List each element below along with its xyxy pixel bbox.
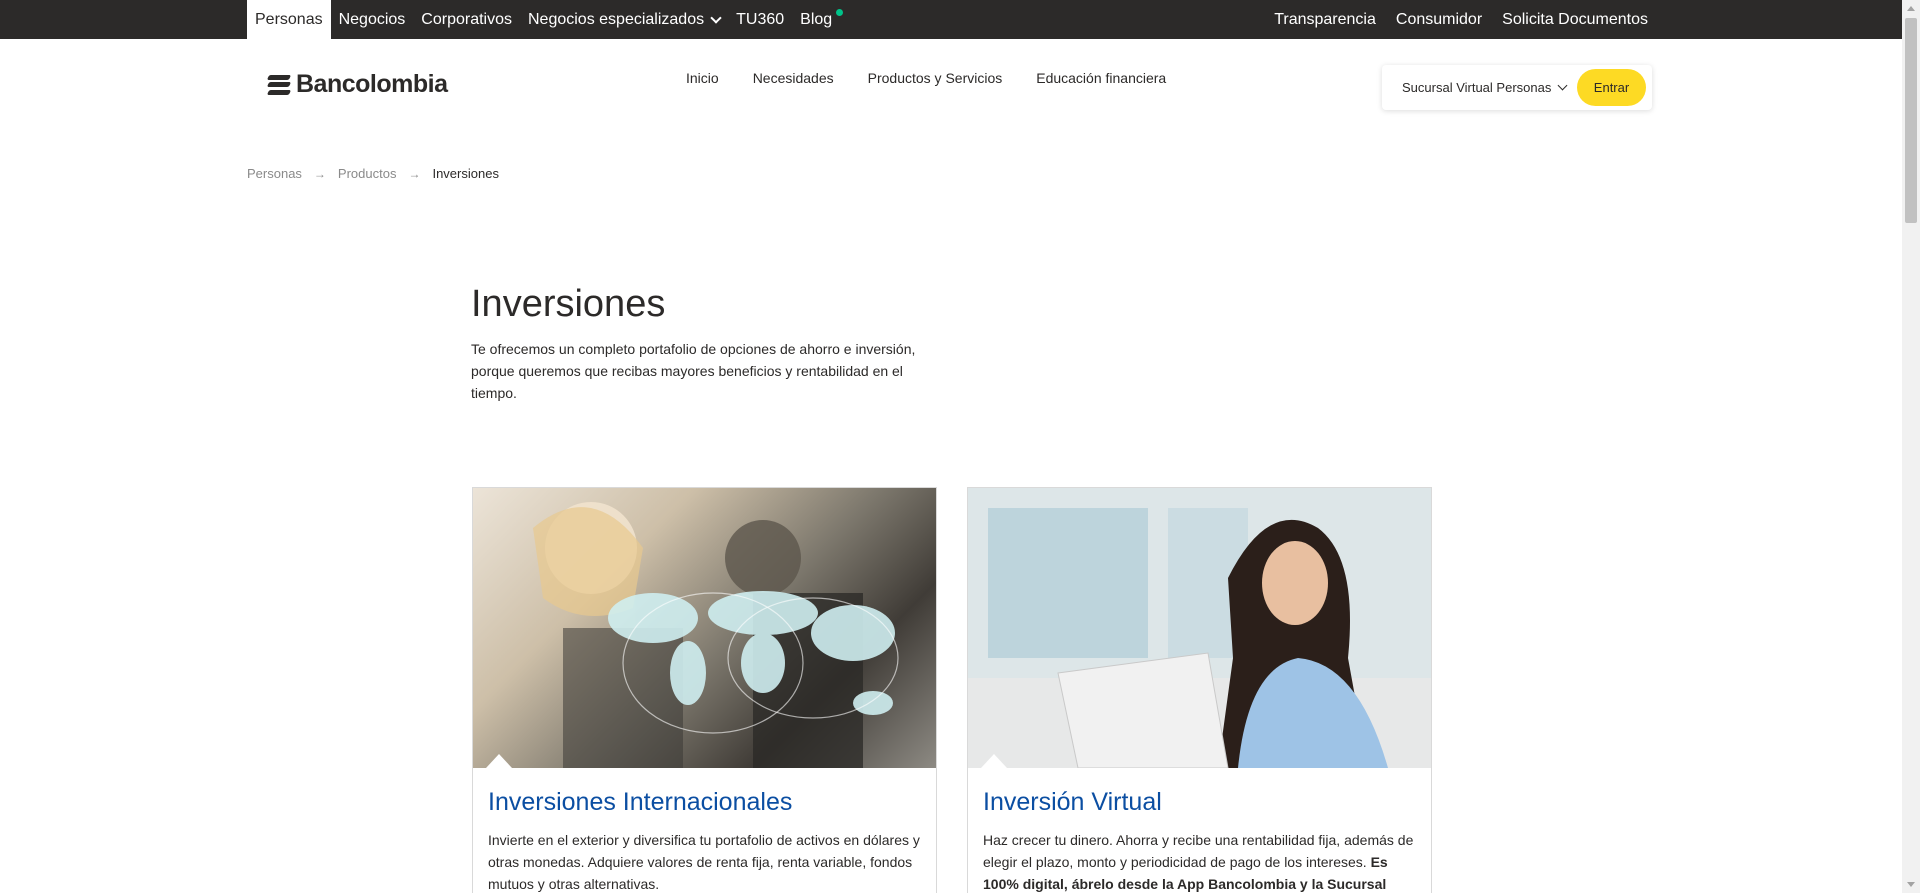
chevron-down-icon <box>1557 80 1568 91</box>
segment-tu360[interactable]: TU360 <box>728 0 792 39</box>
segment-label: Personas <box>255 10 323 28</box>
card-image-world-map <box>473 488 936 768</box>
notification-dot-icon <box>836 9 844 16</box>
segment-label: Negocios <box>338 10 406 28</box>
segment-nav: Personas Negocios Corporativos Negocios … <box>247 0 851 39</box>
breadcrumb-productos[interactable]: Productos <box>338 166 397 181</box>
utility-nav: Transparencia Consumidor Solicita Docume… <box>1274 0 1648 39</box>
segment-blog[interactable]: Blog <box>792 0 851 39</box>
sucursal-select-label: Sucursal Virtual Personas <box>1402 80 1552 95</box>
nav-educacion-financiera[interactable]: Educación financiera <box>1036 70 1166 86</box>
link-solicita-documentos[interactable]: Solicita Documentos <box>1502 11 1648 29</box>
page-description: Te ofrecemos un completo portafolio de o… <box>471 341 916 401</box>
breadcrumb-inversiones: Inversiones <box>432 166 499 181</box>
page-title: Inversiones <box>471 283 666 325</box>
page: Personas Negocios Corporativos Negocios … <box>0 0 1920 893</box>
segment-label: Corporativos <box>421 10 512 28</box>
nav-productos-y-servicios[interactable]: Productos y Servicios <box>868 70 1003 86</box>
image-notch <box>981 754 1007 768</box>
bancolombia-logo[interactable]: Bancolombia <box>266 70 448 99</box>
segment-personas[interactable]: Personas <box>247 0 331 39</box>
entrar-button[interactable]: Entrar <box>1577 69 1646 106</box>
card-text: Invierte en el exterior y diversifica tu… <box>488 832 920 892</box>
segment-label: Negocios especializados <box>528 10 705 28</box>
card-text-regular: Haz crecer tu dinero. Ahorra y recibe un… <box>983 832 1414 870</box>
segment-label: TU360 <box>736 10 785 28</box>
woman-laptop-illustration <box>968 488 1431 768</box>
scroll-down-arrow-icon[interactable] <box>1907 882 1915 887</box>
breadcrumb: Personas → Productos → Inversiones <box>247 166 499 181</box>
segment-negocios[interactable]: Negocios <box>331 0 414 39</box>
segment-negocios-especializados[interactable]: Negocios especializados <box>520 0 728 39</box>
breadcrumb-personas[interactable]: Personas <box>247 166 302 181</box>
main-navigation: Inicio Necesidades Productos y Servicios… <box>686 70 1166 86</box>
arrow-right-icon: → <box>408 166 421 181</box>
card-image-woman-laptop <box>968 488 1431 768</box>
sucursal-select[interactable]: Sucursal Virtual Personas <box>1402 80 1568 95</box>
scrollbar-thumb[interactable] <box>1905 18 1917 223</box>
top-navigation-bar: Personas Negocios Corporativos Negocios … <box>0 0 1902 39</box>
nav-inicio[interactable]: Inicio <box>686 70 719 86</box>
bancolombia-logo-icon <box>266 74 292 96</box>
world-map-illustration <box>533 502 899 768</box>
card-body: Inversiones Internacionales Invierte en … <box>473 768 936 893</box>
link-consumidor[interactable]: Consumidor <box>1396 11 1482 29</box>
card-body: Inversión Virtual Haz crecer tu dinero. … <box>968 768 1431 893</box>
card-inversion-virtual[interactable]: Inversión Virtual Haz crecer tu dinero. … <box>967 487 1432 893</box>
segment-corporativos[interactable]: Corporativos <box>413 0 520 39</box>
scroll-up-arrow-icon[interactable] <box>1907 6 1915 11</box>
logo-text: Bancolombia <box>296 70 448 98</box>
vertical-scrollbar[interactable] <box>1902 0 1920 893</box>
card-title[interactable]: Inversiones Internacionales <box>488 788 921 817</box>
chevron-down-icon <box>710 11 722 24</box>
nav-necesidades[interactable]: Necesidades <box>753 70 834 86</box>
link-transparencia[interactable]: Transparencia <box>1274 11 1376 29</box>
card-title[interactable]: Inversión Virtual <box>983 788 1416 817</box>
arrow-right-icon: → <box>313 166 326 181</box>
card-text: Haz crecer tu dinero. Ahorra y recibe un… <box>983 829 1416 893</box>
login-box: Sucursal Virtual Personas Entrar <box>1382 65 1652 110</box>
image-notch <box>486 754 512 768</box>
segment-label: Blog <box>800 10 833 28</box>
card-inversiones-internacionales[interactable]: Inversiones Internacionales Invierte en … <box>472 487 937 893</box>
